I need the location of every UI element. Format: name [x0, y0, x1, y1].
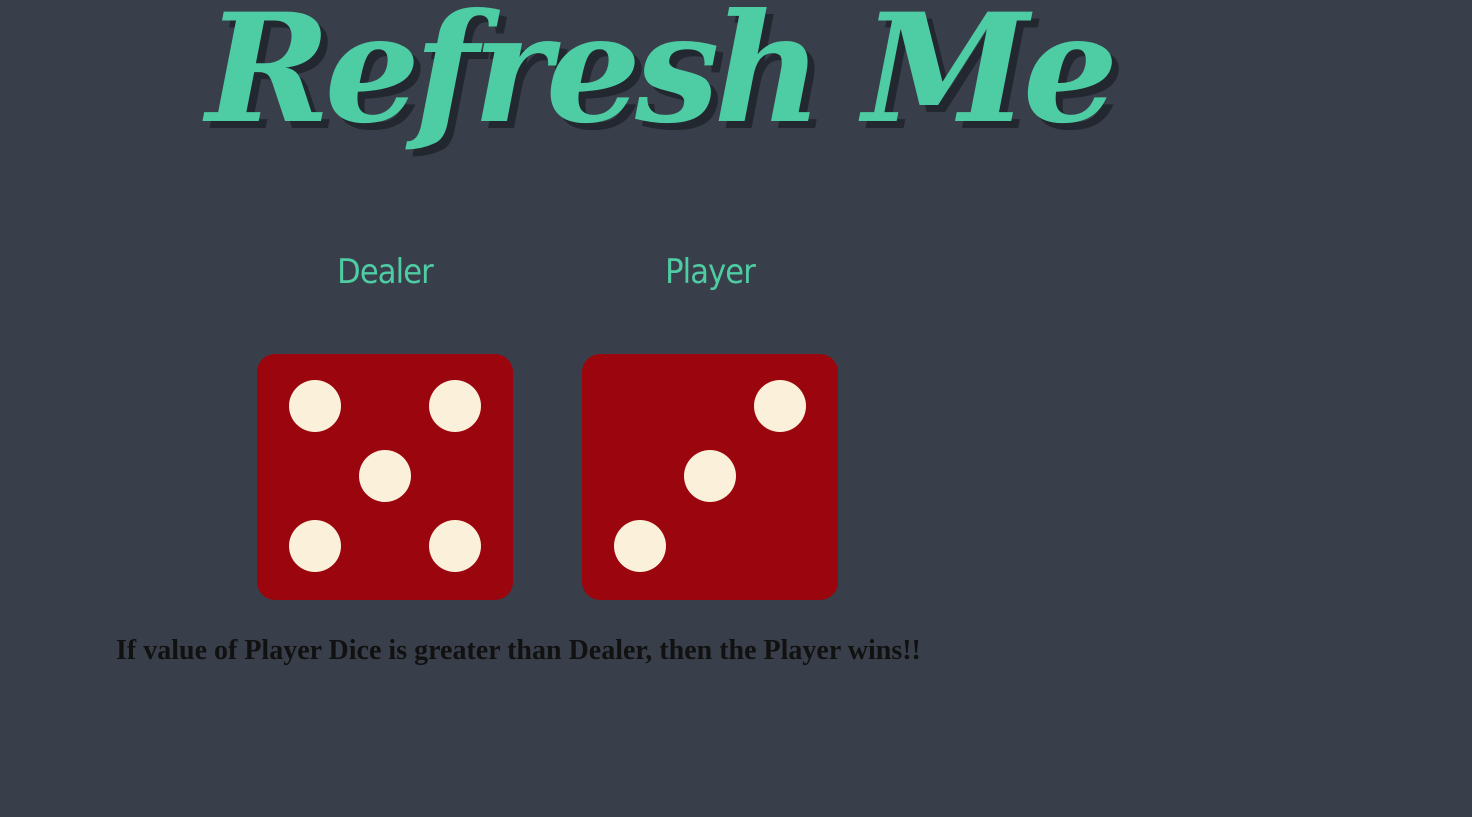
rule-text: If value of Player Dice is greater than …	[116, 635, 921, 666]
page-title: Refresh Me	[206, 0, 1118, 157]
dealer-label: Dealer	[337, 252, 434, 292]
dice-pip	[429, 380, 481, 432]
dice-pip	[429, 520, 481, 572]
dice-pip	[614, 520, 666, 572]
dice-pip	[289, 520, 341, 572]
dice-pip	[684, 450, 736, 502]
dealer-dice	[257, 354, 513, 600]
player-dice	[582, 354, 838, 600]
dice-pip	[754, 380, 806, 432]
dealer-dice-face	[257, 354, 513, 600]
dice-pip	[289, 380, 341, 432]
dice-pip	[359, 450, 411, 502]
player-label: Player	[665, 252, 756, 292]
player-dice-face	[582, 354, 838, 600]
